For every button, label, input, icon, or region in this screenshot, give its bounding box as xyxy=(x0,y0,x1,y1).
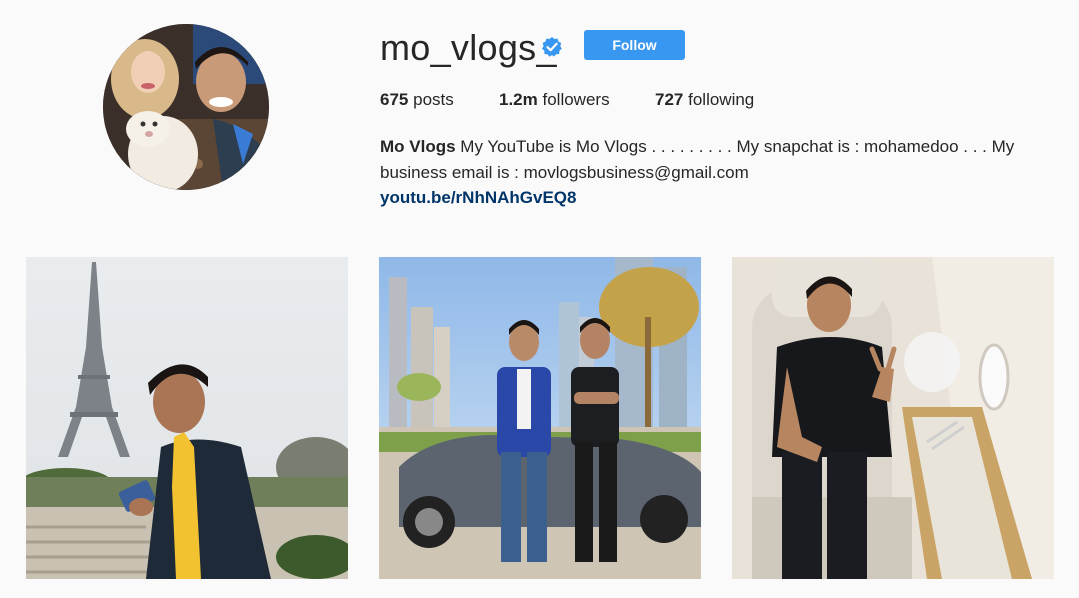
posts-count: 675 xyxy=(380,90,409,109)
posts-stat: 675 posts xyxy=(380,90,499,110)
profile-stats: 675 posts 1.2m followers 727 following xyxy=(380,90,754,110)
verified-badge-icon xyxy=(542,37,562,57)
profile-avatar[interactable] xyxy=(103,24,269,190)
post-thumbnail-1[interactable] xyxy=(26,257,348,579)
bio-full-name: Mo Vlogs xyxy=(380,137,456,156)
followers-stat[interactable]: 1.2m followers xyxy=(499,90,655,110)
post-image-private-jet xyxy=(732,257,1054,579)
profile-bio: Mo Vlogs My YouTube is Mo Vlogs . . . . … xyxy=(380,134,1040,186)
post-thumbnail-2[interactable] xyxy=(379,257,701,579)
following-count: 727 xyxy=(655,90,684,109)
posts-label: posts xyxy=(413,90,454,109)
bio-external-link[interactable]: youtu.be/rNhNAhGvEQ8 xyxy=(380,185,576,211)
post-image-eiffel-tower xyxy=(26,257,348,579)
profile-page: mo_vlogs_ Follow 675 posts 1.2m follower… xyxy=(0,0,1079,598)
post-thumbnail-3[interactable] xyxy=(732,257,1054,579)
bio-text: My YouTube is Mo Vlogs . . . . . . . . .… xyxy=(380,137,1015,182)
followers-count: 1.2m xyxy=(499,90,538,109)
avatar-image xyxy=(103,24,269,190)
profile-username: mo_vlogs_ xyxy=(380,27,557,68)
post-image-dubai-car xyxy=(379,257,701,579)
follow-button[interactable]: Follow xyxy=(584,30,685,60)
following-label: following xyxy=(688,90,755,109)
followers-label: followers xyxy=(542,90,610,109)
following-stat[interactable]: 727 following xyxy=(655,90,754,110)
